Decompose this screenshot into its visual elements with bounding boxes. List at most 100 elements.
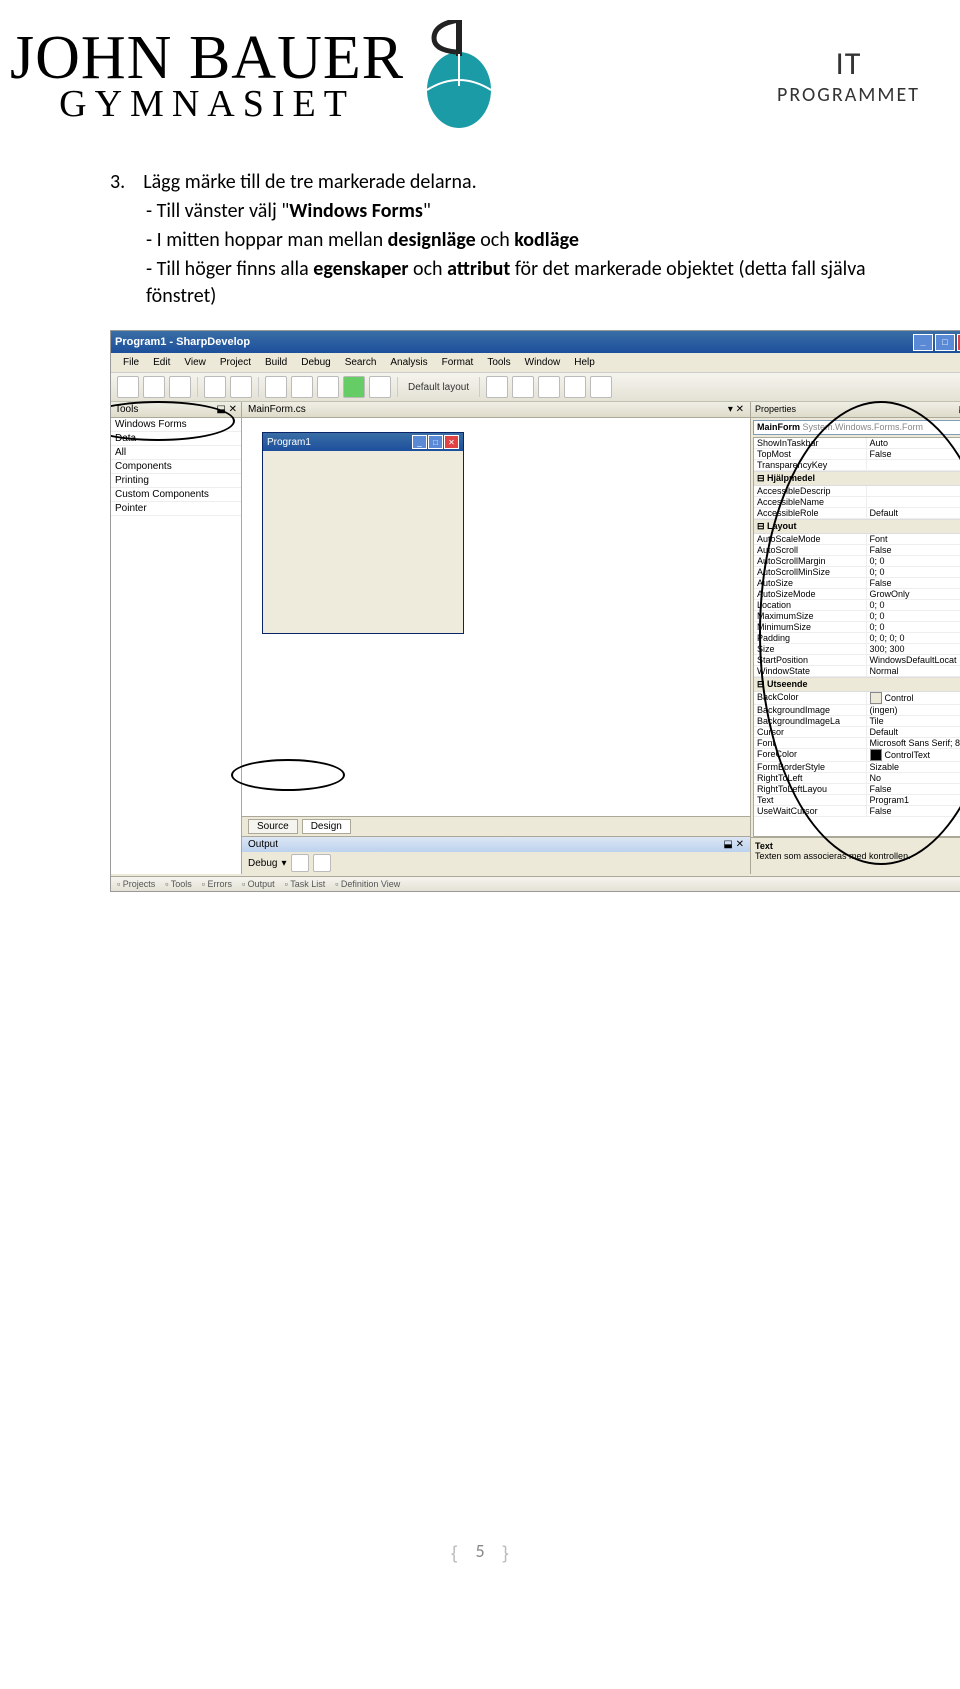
property-value[interactable]: Font [867,534,960,544]
property-row[interactable]: AutoScrollMinSize0; 0 [754,567,960,578]
property-row[interactable]: UseWaitCursorFalse [754,806,960,817]
design-canvas[interactable]: Program1 _ □ ✕ [242,418,750,816]
property-value[interactable]: (ingen) [867,705,960,715]
property-row[interactable]: AccessibleRoleDefault [754,508,960,519]
statusbar-item[interactable]: ▫ Tools [165,879,192,889]
output-panel-header[interactable]: Output ⬓ ✕ [242,836,750,852]
property-value[interactable] [867,486,960,496]
statusbar-item[interactable]: ▫ Definition View [335,879,400,889]
toolbar-button[interactable] [486,376,508,398]
property-row[interactable]: StartPositionWindowsDefaultLocat [754,655,960,666]
toolbox-item[interactable]: Custom Components [111,488,241,502]
property-value[interactable]: GrowOnly [867,589,960,599]
menu-item-view[interactable]: View [178,355,212,370]
tab-dropdown-icon[interactable]: ▾ ✕ [728,404,744,415]
pin-close-icons[interactable]: ⬓ ✕ [723,839,744,850]
toolbar-button[interactable] [117,376,139,398]
property-row[interactable]: CursorDefault [754,727,960,738]
property-row[interactable]: BackColorControl [754,692,960,705]
tab-design[interactable]: Design [302,819,351,834]
menu-item-search[interactable]: Search [339,355,383,370]
form-minimize-icon[interactable]: _ [412,435,427,449]
editor-tab-row[interactable]: MainForm.cs ▾ ✕ [242,402,750,418]
property-value[interactable] [867,497,960,507]
property-row[interactable]: Size300; 300 [754,644,960,655]
property-value[interactable]: WindowsDefaultLocat [867,655,960,665]
property-row[interactable]: AccessibleDescrip [754,486,960,497]
form-designer[interactable]: Program1 _ □ ✕ [262,432,464,634]
property-value[interactable]: False [867,806,960,816]
property-row[interactable]: AutoScrollMargin0; 0 [754,556,960,567]
property-row[interactable]: FontMicrosoft Sans Serif; 8 [754,738,960,749]
property-value[interactable]: 0; 0; 0; 0 [867,633,960,643]
menu-item-format[interactable]: Format [436,355,480,370]
property-row[interactable]: TransparencyKey [754,460,960,471]
property-value[interactable]: Tile [867,716,960,726]
run-button[interactable] [343,376,365,398]
form-close-icon[interactable]: ✕ [444,435,459,449]
status-bar[interactable]: ▫ Projects ▫ Tools ▫ Errors ▫ Output ▫ Task … [111,876,960,891]
statusbar-item[interactable]: ▫ Projects [117,879,155,889]
property-value[interactable]: False [867,449,960,459]
toolbar-button[interactable] [265,376,287,398]
property-value[interactable]: False [867,545,960,555]
property-category[interactable]: ⊟ Layout [754,519,960,534]
property-row[interactable]: ShowInTaskbarAuto [754,438,960,449]
property-row[interactable]: AutoScaleModeFont [754,534,960,545]
toolbox-item[interactable]: Components [111,460,241,474]
menu-item-project[interactable]: Project [214,355,257,370]
property-row[interactable]: AutoScrollFalse [754,545,960,556]
property-row[interactable]: MinimumSize0; 0 [754,622,960,633]
statusbar-item[interactable]: ▫ Output [242,879,275,889]
property-category[interactable]: ⊟ Hjälpmedel [754,471,960,486]
property-row[interactable]: BackgroundImage(ingen) [754,705,960,716]
window-titlebar[interactable]: Program1 - SharpDevelop _ □ ✕ [111,331,960,353]
menu-item-help[interactable]: Help [568,355,601,370]
toolbar-button[interactable] [369,376,391,398]
property-value[interactable]: Default [867,727,960,737]
property-value[interactable]: 0; 0 [867,567,960,577]
toolbar-button[interactable] [230,376,252,398]
debug-button[interactable] [313,854,331,872]
toolbar-button[interactable] [169,376,191,398]
property-value[interactable]: Normal [867,666,960,676]
property-value[interactable]: 300; 300 [867,644,960,654]
toolbar-button[interactable] [143,376,165,398]
maximize-button[interactable]: □ [935,334,955,351]
menu-item-file[interactable]: File [117,355,145,370]
toolbox-item[interactable]: Data [111,432,241,446]
menu-item-window[interactable]: Window [519,355,567,370]
property-value[interactable]: 0; 0 [867,556,960,566]
menu-bar[interactable]: FileEditViewProjectBuildDebugSearchAnaly… [111,353,960,373]
property-row[interactable]: FormBorderStyleSizable [754,762,960,773]
property-row[interactable]: RightToLeftLayouFalse [754,784,960,795]
debug-button[interactable] [291,854,309,872]
property-category[interactable]: ⊟ Utseende [754,677,960,692]
toolbox[interactable]: Windows FormsDataAllComponentsPrintingCu… [111,418,241,874]
property-value[interactable]: Control [867,692,960,704]
property-value[interactable]: 0; 0 [867,622,960,632]
toolbar-button[interactable] [317,376,339,398]
property-row[interactable]: Location0; 0 [754,600,960,611]
minimize-button[interactable]: _ [913,334,933,351]
menu-item-analysis[interactable]: Analysis [384,355,433,370]
property-value[interactable]: False [867,578,960,588]
tab-source[interactable]: Source [248,819,298,834]
statusbar-item[interactable]: ▫ Errors [202,879,232,889]
view-tabs[interactable]: Source Design [242,816,750,836]
property-value[interactable]: 0; 0 [867,611,960,621]
debug-bar[interactable]: Debug ▾ [242,852,750,874]
menu-item-build[interactable]: Build [259,355,293,370]
property-value[interactable]: 0; 0 [867,600,960,610]
property-row[interactable]: AutoSizeFalse [754,578,960,589]
toolbar-button[interactable] [291,376,313,398]
property-value[interactable]: No [867,773,960,783]
statusbar-item[interactable]: ▫ Task List [285,879,326,889]
menu-item-edit[interactable]: Edit [147,355,176,370]
toolbox-item[interactable]: Printing [111,474,241,488]
property-row[interactable]: BackgroundImageLaTile [754,716,960,727]
property-row[interactable]: AccessibleName [754,497,960,508]
property-row[interactable]: Padding0; 0; 0; 0 [754,633,960,644]
property-row[interactable]: AutoSizeModeGrowOnly [754,589,960,600]
pin-close-icons[interactable]: ⬓ ✕ [216,404,237,415]
